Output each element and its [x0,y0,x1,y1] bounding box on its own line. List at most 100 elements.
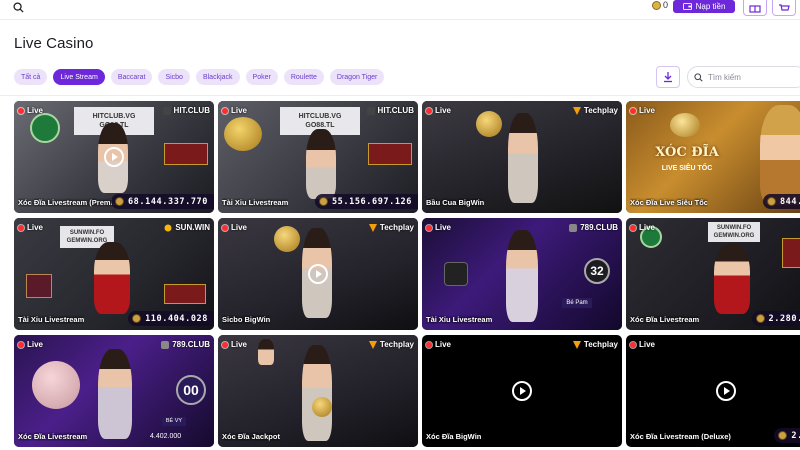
game-card[interactable]: Live Xóc Đĩa Livestream (Deluxe) 2.469 [626,335,800,447]
live-dot-icon [426,107,432,114]
dice-box [444,262,468,286]
coin-icon [755,314,765,323]
scoreboard [368,143,412,165]
provider-badge: SUN.WIN [164,223,210,232]
live-badge: Live [426,340,451,349]
filter-chip-roulette[interactable]: Roulette [283,69,324,85]
live-dot-icon [18,107,24,114]
divider [0,95,800,96]
jackpot-badge: 2.280.541 [751,311,800,326]
sun-icon [164,224,172,231]
provider-badge: Techplay [368,340,414,349]
game-card[interactable]: Live Techplay Xóc Đĩa Jackpot [218,335,418,447]
live-dot-icon [630,341,636,348]
provider-badge: Techplay [572,340,618,349]
game-card[interactable]: HITCLUB.VG GO88.TL Live HIT.CLUB Xóc Đĩa… [14,101,214,213]
card-art: 00 BÉ VY 4.402.000 [14,335,214,447]
search-field[interactable]: Tìm kiếm [687,66,800,88]
game-card[interactable]: 32 Bé Pam Live 789.CLUB Tài Xỉu Livestre… [422,218,622,330]
filter-chip-sicbo[interactable]: Sicbo [158,69,190,85]
live-badge: Live [630,223,655,232]
live-badge: Live [18,340,43,349]
dealer-image [302,345,332,441]
scoreboard [164,143,208,165]
provider-badge: 789.CLUB [161,340,210,349]
game-card[interactable]: 00 BÉ VY 4.402.000 789.CLUB Live Xóc Đĩa… [14,335,214,447]
live-label: Live [435,223,452,232]
round-counter: 00 [176,375,206,405]
techplay-icon [572,106,581,115]
live-badge: Live [630,106,655,115]
provider-label: HIT.CLUB [173,106,210,115]
jackpot-badge: 68.144.337.770 [110,194,214,209]
filter-chip-blackjack[interactable]: Blackjack [195,69,240,85]
live-label: Live [639,106,656,115]
provider-label: Techplay [583,340,618,349]
sort-button[interactable] [656,66,680,88]
game-card[interactable]: SUNWIN.FO GEMWIN.ORG Live SUN.WIN Tài Xỉ… [14,218,214,330]
game-card[interactable]: HITCLUB.VG GO88.TL Live HIT.CLUB Tài Xỉu… [218,101,418,213]
provider-label: 789.CLUB [580,223,618,232]
play-icon[interactable] [512,381,532,401]
deposit-label: Nạp tiền [695,2,726,11]
live-label: Live [27,223,44,232]
page-title: Live Casino [14,35,94,52]
provider-label: Techplay [583,106,618,115]
cart-icon[interactable] [772,0,796,16]
live-badge: Live [222,106,247,115]
sponsor-banner: SUNWIN.FO GEMWIN.ORG [708,222,760,242]
live-badge: Live [630,340,655,349]
coin-icon [766,197,776,206]
jackpot-value: 68.144.337.770 [127,196,208,207]
filter-chip-baccarat[interactable]: Baccarat [110,69,153,85]
live-dot-icon [426,224,432,231]
play-icon[interactable] [716,381,736,401]
live-dot-icon [630,224,636,231]
round-counter: 32 [584,258,610,284]
live-dot-icon [222,224,228,231]
gold-bowl [476,111,502,137]
dealer-image [94,242,130,314]
gift-icon[interactable] [743,0,767,16]
live-label: Live [435,106,452,115]
promo-subtitle: LIVE SIÊU TỐC [661,165,713,172]
provider-badge: Techplay [572,106,618,115]
filter-chip-live-stream[interactable]: Live Stream [53,69,105,85]
game-name: Xóc Đĩa Livestream (Deluxe) [630,432,731,441]
scoreboard [782,238,800,268]
play-icon[interactable] [104,147,124,167]
sort-icon [664,72,672,83]
jackpot-value: 844.305 [779,196,800,207]
jackpot-badge: 844.305 [762,194,800,209]
deposit-button[interactable]: Nạp tiền [673,0,735,13]
live-label: Live [27,106,44,115]
filter-chip-all[interactable]: Tất cả [14,69,48,85]
game-card[interactable]: SUNWIN.FO GEMWIN.ORG Live Xóc Đĩa Livest… [626,218,800,330]
background-dealer [258,339,274,365]
card-art [422,101,622,213]
game-card[interactable]: XÓC ĐĨA LIVE SIÊU TỐC Live Xóc Đĩa Live … [626,101,800,213]
game-name: Bầu Cua BigWin [426,198,485,207]
dealer-nametag: BÉ VY [162,417,186,426]
card-art [218,335,418,447]
live-dot-icon [630,107,636,114]
jackpot-badge: 55.156.697.126 [314,194,418,209]
game-card[interactable]: Live Techplay Sicbo BigWin [218,218,418,330]
provider-label: 789.CLUB [172,340,210,349]
play-icon[interactable] [308,264,328,284]
provider-label: Techplay [379,340,414,349]
jackpot-value: 2.280.541 [768,313,800,324]
live-badge: Live [222,340,247,349]
filter-chip-poker[interactable]: Poker [245,69,278,85]
provider-badge: HIT.CLUB [366,106,414,115]
game-name: Xóc Đĩa Jackpot [222,432,280,441]
live-label: Live [639,223,656,232]
gold-bowl [312,397,332,417]
game-card[interactable]: Live Techplay Xóc Đĩa BigWin [422,335,622,447]
live-label: Live [231,223,248,232]
filter-chip-dragon-tiger[interactable]: Dragon Tiger [329,69,385,85]
techplay-icon [368,223,377,232]
search-icon[interactable] [10,0,26,14]
game-card[interactable]: Live Techplay Bầu Cua BigWin [422,101,622,213]
coin-icon [132,314,142,323]
